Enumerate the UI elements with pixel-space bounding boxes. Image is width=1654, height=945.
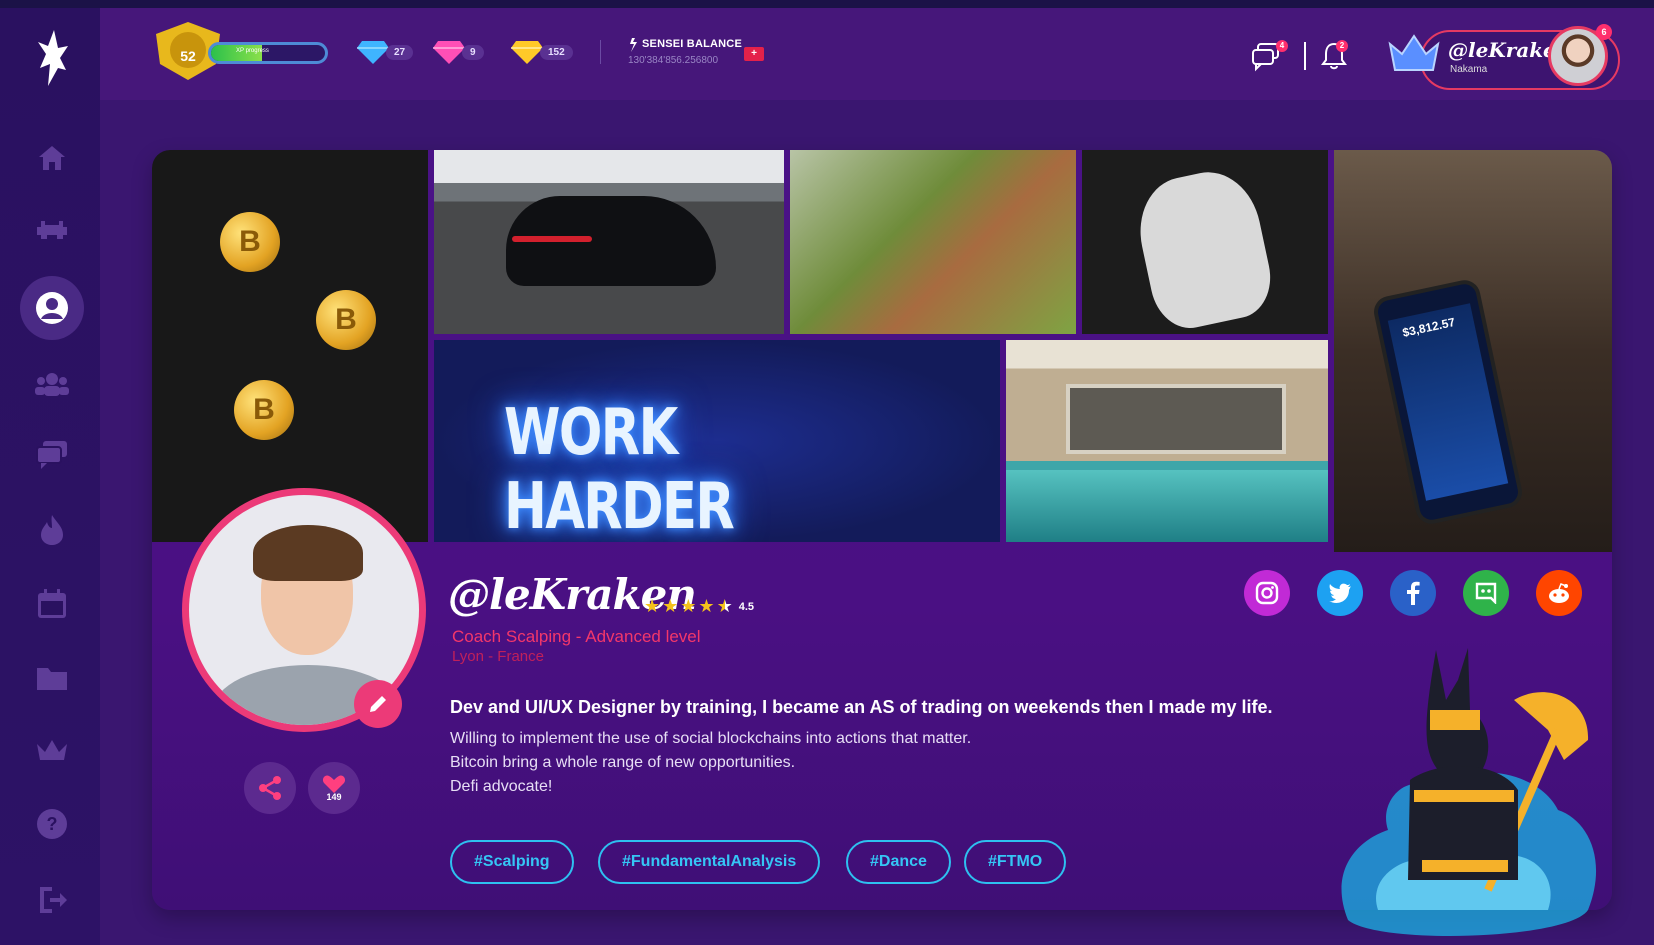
blue-gem-count: 27 <box>386 44 414 60</box>
sensei-balance-value: 130'384'856.256800 <box>628 55 719 66</box>
phone-screen-value: $3,812.57 <box>1401 314 1457 340</box>
level-number: 52 <box>180 48 196 64</box>
profile-location: Lyon - France <box>452 648 544 665</box>
messages-badge: 4 <box>1276 40 1288 52</box>
blue-gem-icon <box>357 41 389 64</box>
star-icon: ★ <box>644 596 661 616</box>
tag-fundamental-analysis[interactable]: #FundamentalAnalysis <box>598 840 821 884</box>
header-divider <box>600 40 601 64</box>
coin-image: B <box>234 380 294 440</box>
hand-sculpture <box>1129 163 1279 334</box>
tag-ftmo[interactable]: #FTMO <box>964 840 1067 884</box>
notifications-badge: 2 <box>1336 40 1348 52</box>
share-icon <box>259 776 281 800</box>
gallery-photo-house[interactable] <box>1006 340 1328 542</box>
house-pool <box>1006 470 1328 542</box>
logout-icon[interactable] <box>28 876 76 924</box>
rating-stars: ★ ★ ★ ★ ★ 4.5 <box>644 596 754 617</box>
blue-gem-counter[interactable]: 27 <box>356 38 414 66</box>
gold-gem-icon <box>511 41 543 64</box>
svg-text:?: ? <box>47 814 58 834</box>
star-icon: ★ <box>698 596 715 616</box>
gallery-photo-neon[interactable]: WORK HARDER <box>434 340 1000 542</box>
anubis-mascot-image <box>1341 648 1597 937</box>
like-count: 149 <box>326 792 342 802</box>
twitter-icon <box>1329 583 1351 603</box>
discord-icon <box>1475 582 1497 604</box>
flag-icon[interactable]: + <box>744 47 764 61</box>
avatar-hair <box>253 525 363 581</box>
gallery-photo-bitcoin[interactable]: B B B <box>152 150 428 542</box>
header-divider <box>1304 42 1306 70</box>
gold-gem-count: 152 <box>540 44 573 60</box>
gallery-photo-garden[interactable] <box>790 150 1076 334</box>
pink-gem-count: 9 <box>462 44 484 60</box>
chat-icon[interactable] <box>28 430 76 478</box>
bio-line: Bitcoin bring a whole range of new oppor… <box>450 754 796 771</box>
gallery-photo-car[interactable] <box>434 150 784 334</box>
sensei-balance-title: SENSEI BALANCE <box>642 38 742 50</box>
instagram-button[interactable] <box>1244 570 1290 616</box>
facebook-icon <box>1407 581 1420 605</box>
crown-icon[interactable] <box>28 726 76 774</box>
gallery-photo-phone[interactable]: $3,812.57 <box>1334 150 1612 552</box>
reddit-icon <box>1549 583 1569 603</box>
half-star-icon: ★ <box>716 596 733 616</box>
app-logo[interactable] <box>28 24 76 94</box>
car-taillight <box>512 236 592 242</box>
fire-icon[interactable] <box>28 506 76 554</box>
discord-button[interactable] <box>1463 570 1509 616</box>
reddit-button[interactable] <box>1536 570 1582 616</box>
gallery-photo-hand[interactable] <box>1082 150 1328 334</box>
star-icon: ★ <box>680 596 697 616</box>
user-rank: Nakama <box>1450 64 1488 75</box>
tag-scalping[interactable]: #Scalping <box>450 840 574 884</box>
pink-gem-icon <box>433 41 465 64</box>
user-icon[interactable] <box>20 276 84 340</box>
share-button[interactable] <box>244 762 296 814</box>
pencil-icon <box>370 696 386 712</box>
home-icon[interactable] <box>28 134 76 182</box>
like-button[interactable]: 149 <box>308 762 360 814</box>
heart-icon <box>322 775 346 793</box>
tag-dance[interactable]: #Dance <box>846 840 951 884</box>
avatar-badge: 6 <box>1596 24 1612 40</box>
edit-avatar-button[interactable] <box>354 680 402 728</box>
instagram-icon <box>1255 581 1279 605</box>
gold-gem-counter[interactable]: 152 <box>510 38 573 66</box>
bio-lead: Dev and UI/UX Designer by training, I be… <box>450 697 1273 717</box>
coin-image: B <box>316 290 376 350</box>
pink-gem-counter[interactable]: 9 <box>432 38 484 66</box>
bio-line: Defi advocate! <box>450 778 553 795</box>
calendar-icon[interactable] <box>28 580 76 628</box>
house-windows <box>1066 384 1286 454</box>
facebook-button[interactable] <box>1390 570 1436 616</box>
crown-rank-icon <box>1388 34 1440 71</box>
twitter-button[interactable] <box>1317 570 1363 616</box>
coin-image: B <box>220 212 280 272</box>
help-icon[interactable]: ? <box>28 800 76 848</box>
folder-icon[interactable] <box>28 654 76 702</box>
star-icon: ★ <box>662 596 679 616</box>
top-border <box>0 0 1654 8</box>
sensei-icon <box>630 38 637 52</box>
profile-title: Coach Scalping - Advanced level <box>452 627 701 646</box>
bio-line: Willing to implement the use of social b… <box>450 730 972 747</box>
community-icon[interactable] <box>28 360 76 408</box>
gamepad-icon[interactable] <box>28 206 76 254</box>
phone-screen: $3,812.57 <box>1387 303 1509 501</box>
xp-label: XP progress <box>236 48 269 54</box>
rating-value: 4.5 <box>738 600 754 613</box>
neon-sign-text: WORK HARDER <box>504 396 735 542</box>
phone-image: $3,812.57 <box>1371 277 1525 527</box>
